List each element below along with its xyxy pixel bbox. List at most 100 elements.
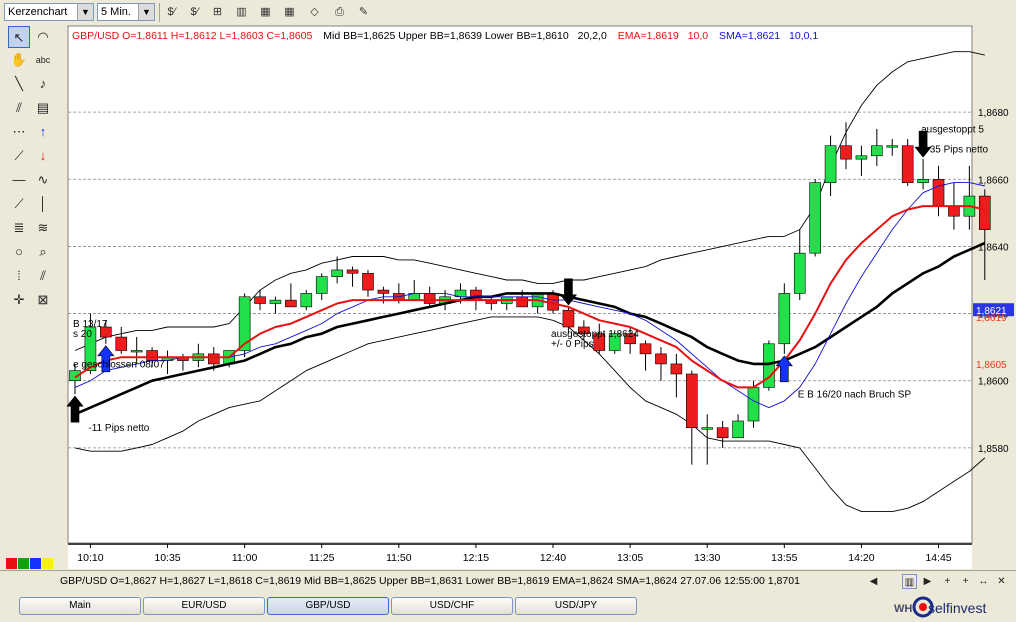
x-tick-label: 12:15 (463, 552, 489, 564)
candle-body (901, 145, 914, 183)
vertical-line-icon[interactable]: │ (32, 193, 54, 215)
tab-eur-usd[interactable]: EUR/USD (143, 597, 265, 615)
chart-type-select[interactable]: Kerzenchart ▼ (4, 3, 94, 21)
currency-log-icon[interactable]: $⁄ (185, 3, 204, 22)
dotted-lines-icon[interactable]: ⋯ (8, 121, 30, 143)
candle-body (716, 427, 729, 439)
candle-body (130, 350, 143, 353)
crosshair-icon[interactable]: ✛ (8, 289, 30, 311)
header-bb-params: 20,2,0 (578, 30, 607, 42)
paint-icon[interactable]: ✎ (354, 3, 373, 22)
interval-value: 5 Min. (101, 6, 131, 18)
arrow-up-icon[interactable]: ↑ (32, 121, 54, 143)
fan-icon[interactable]: ⟋ (8, 145, 30, 167)
candle-body (362, 272, 374, 291)
candle-body (315, 276, 328, 294)
header-sma: SMA=1,8621 (719, 30, 780, 42)
y-tick-label: 1,8600 (978, 377, 1009, 388)
interval-select[interactable]: 5 Min. ▼ (97, 3, 155, 21)
x-tick-label: 10:10 (77, 552, 103, 564)
whselfinvest-logo: WH selfinvest (894, 596, 986, 618)
gann-fan-icon[interactable]: ⟋ (8, 193, 30, 215)
calculator-icon[interactable]: ▤ (32, 97, 54, 119)
zigzag-icon[interactable]: ≋ (32, 217, 54, 239)
zoom-box-icon[interactable]: ⊠ (32, 289, 54, 311)
candle-body (377, 289, 390, 294)
logo-name: selfinvest (928, 600, 986, 616)
header-ema-params: 10,0 (688, 30, 709, 42)
price-tag: 1,8605 (976, 360, 1007, 371)
logo-dot-icon (919, 603, 927, 611)
chart-area[interactable]: 1,85801,86001,86201,86401,86601,8680 B 1… (58, 25, 1016, 570)
fibonacci-icon[interactable]: ⦙ (8, 265, 30, 287)
header-sma-params: 10,0,1 (789, 30, 818, 42)
header-ohlc: GBP/USD O=1,8611 H=1,8612 L=1,8603 C=1,8… (72, 30, 312, 42)
line-icon[interactable]: ╲ (8, 73, 30, 95)
magnifier-icon[interactable]: ⌕ (32, 241, 54, 263)
grid-icon[interactable]: ⊞ (208, 3, 227, 22)
candle-body (855, 155, 868, 160)
chart-remove-icon[interactable]: ▦ (280, 3, 299, 22)
candle-body (670, 363, 683, 375)
x-tick-label: 14:20 (848, 552, 874, 564)
candle-body (809, 182, 821, 254)
candle-body (871, 145, 883, 157)
candle-body (793, 252, 806, 294)
candle-body (978, 195, 991, 230)
tab-usd-jpy[interactable]: USD/JPY (515, 597, 637, 615)
annotation-text: -11 Pips netto (88, 423, 149, 434)
x-tick-label: 13:30 (694, 552, 720, 564)
scroll-left-icon[interactable]: ◀ (866, 574, 881, 589)
candle-body (840, 145, 852, 160)
arrow-down-icon[interactable]: ↓ (32, 145, 54, 167)
wave-icon[interactable]: ∿ (32, 169, 54, 191)
zoom-out-icon[interactable]: + (958, 574, 973, 589)
arc-icon[interactable]: ◠ (32, 26, 54, 48)
annotation-text: ausgestoppt 5 (921, 124, 984, 135)
price-tag-label: 1,8605 (976, 360, 1007, 371)
tab-bar: Main EUR/USD GBP/USD USD/CHF USD/JPY WH … (0, 592, 1016, 622)
bars-icon[interactable]: ▥ (232, 3, 251, 22)
price-tags: 1,86211,86191,8605 (973, 303, 1014, 371)
y-tick-label: 1,8660 (978, 175, 1009, 186)
candle-body (747, 387, 760, 422)
price-chart[interactable]: 1,85801,86001,86201,86401,86601,8680 B 1… (58, 25, 1016, 570)
fib-fan-icon[interactable]: ⫽ (32, 265, 54, 287)
chevron-down-icon[interactable]: ▼ (77, 4, 93, 20)
annotation-text: + 35 Pips netto (921, 144, 988, 155)
candle-body (423, 293, 436, 304)
bell-icon[interactable]: ♪ (32, 73, 54, 95)
close-icon[interactable]: ✕ (994, 574, 1009, 589)
scroll-thumb[interactable]: ▥ (902, 574, 917, 589)
x-tick-label: 13:05 (617, 552, 643, 564)
hand-icon[interactable]: ✋ (8, 49, 30, 71)
tab-gbp-usd[interactable]: GBP/USD (267, 597, 389, 615)
candle-body (917, 178, 929, 183)
cursor-icon[interactable]: ↖ (8, 26, 30, 48)
color-levels-icon[interactable]: ≣ (8, 217, 30, 239)
scroll-right-icon[interactable]: ▶ (920, 574, 935, 589)
chart-add-icon[interactable]: ▦ (256, 3, 275, 22)
zoom-in-icon[interactable]: + (940, 574, 955, 589)
top-toolbar: Kerzenchart ▼ 5 Min. ▼ $⁄ $⁄ ⊞ ▥ ▦ ▦ ◇ ⎙… (0, 0, 1016, 26)
print-icon[interactable]: ⎙ (330, 3, 349, 22)
x-axis-background (68, 543, 972, 569)
candle-body (824, 145, 837, 183)
tab-main[interactable]: Main (19, 597, 141, 615)
candle-body (562, 309, 575, 328)
chevron-down-icon[interactable]: ▼ (138, 4, 154, 20)
circle-icon[interactable]: ○ (8, 241, 30, 263)
parallel-lines-icon[interactable]: ⫽ (8, 97, 30, 119)
x-tick-label: 12:40 (540, 552, 566, 564)
chart-type-value: Kerzenchart (8, 6, 68, 18)
candle-body (948, 205, 960, 217)
text-tool-icon[interactable]: abc (32, 49, 54, 71)
resize-icon[interactable]: ↔ (976, 574, 991, 589)
candle-body (886, 145, 899, 148)
tab-usd-chf[interactable]: USD/CHF (391, 597, 513, 615)
currency-scale-icon[interactable]: $⁄ (162, 3, 181, 22)
candle-body (655, 353, 667, 365)
x-axis-labels: 10:10 10:35 11:00 11:25 11:50 12:15 12:40 13:05… (68, 543, 972, 569)
eraser-icon[interactable]: ◇ (305, 3, 324, 22)
horizontal-line-icon[interactable]: — (8, 169, 30, 191)
